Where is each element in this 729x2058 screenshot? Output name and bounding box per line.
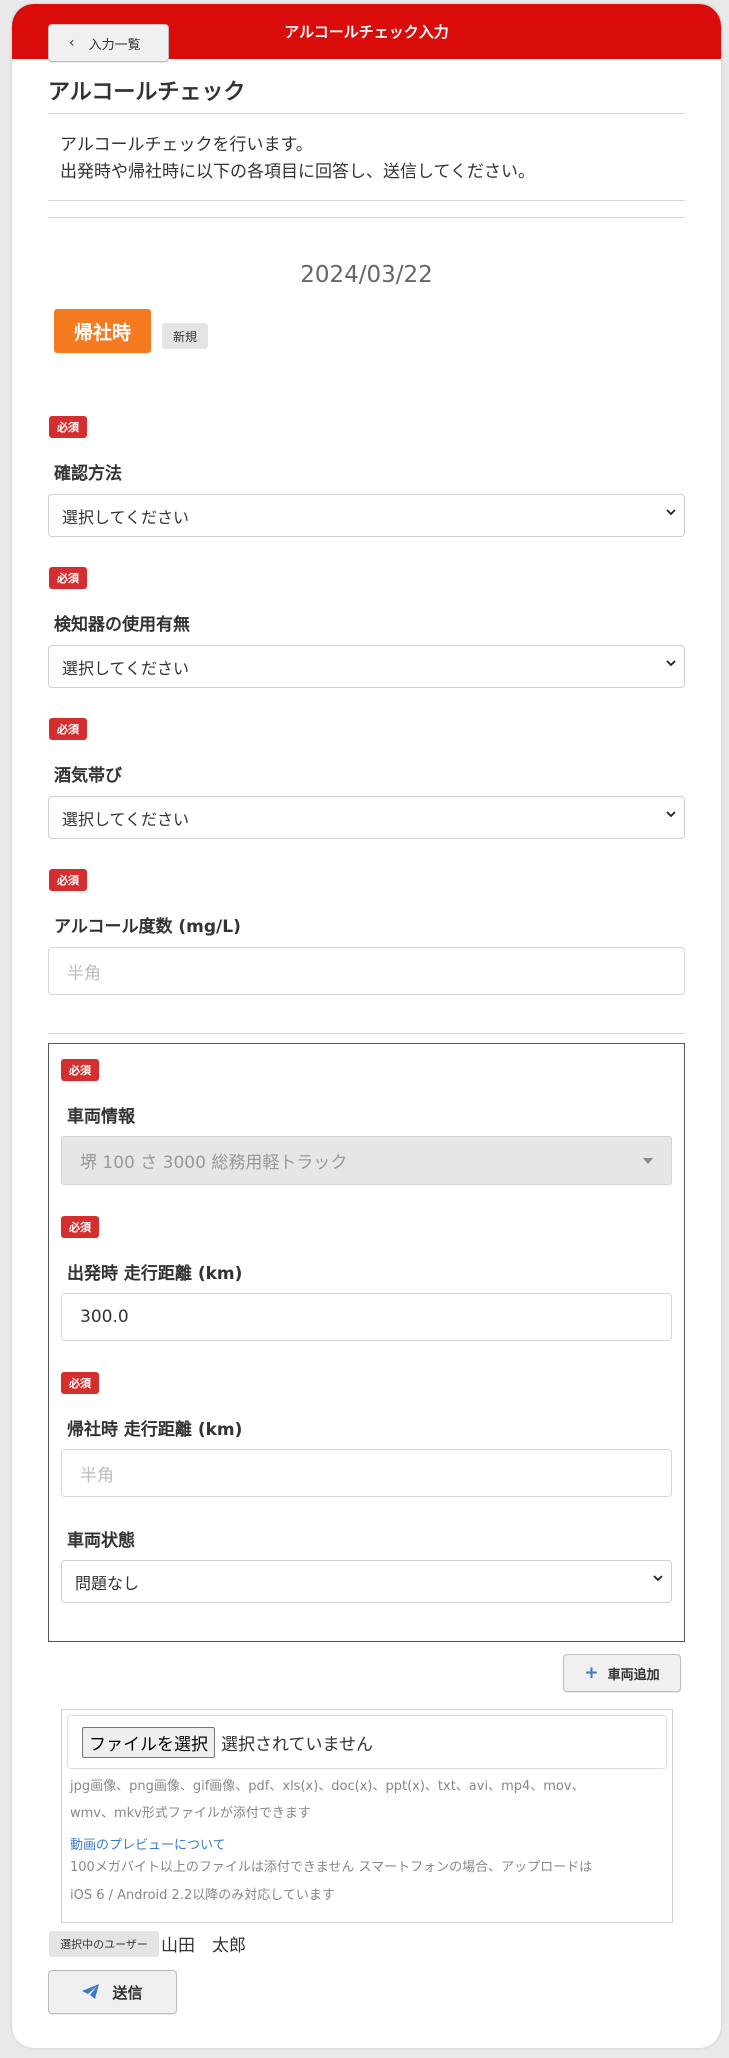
vehicle-status-value: 問題なし — [75, 1573, 140, 1593]
return-distance-placeholder: 半角 — [80, 1465, 114, 1486]
file-support-note: iOS 6 / Android 2.2以降のみ対応しています — [70, 1888, 335, 1903]
description-line-1: アルコールチェックを行います。 — [60, 135, 313, 155]
add-vehicle-label: 車両追加 — [607, 1667, 660, 1683]
file-types-note: jpg画像、png画像、gif画像、pdf、xls(x)、doc(x)、ppt(… — [70, 1779, 585, 1794]
alcohol-level-input[interactable]: 半角 — [48, 947, 685, 995]
return-distance-input[interactable]: 半角 — [61, 1449, 672, 1497]
chevron-down-icon — [666, 660, 676, 667]
vehicle-status-label: 車両状態 — [67, 1531, 135, 1551]
alcohol-smell-value: 選択してください — [62, 809, 190, 829]
form-card: アルコールチェック入力 ‹ 入力一覧 アルコールチェック アルコールチェックを行… — [12, 4, 721, 2048]
send-button[interactable]: 送信 — [48, 1970, 177, 2014]
choose-file-button[interactable]: ファイルを選択 — [82, 1726, 215, 1758]
required-badge: 必須 — [49, 567, 87, 589]
selected-user-label: 選択中のユーザー — [49, 1931, 159, 1957]
chevron-down-icon — [653, 1575, 663, 1582]
alcohol-level-label: アルコール度数 (mg/L) — [54, 917, 241, 937]
vehicle-info-select[interactable]: 堺 100 さ 3000 総務用軽トラック — [61, 1136, 672, 1185]
send-button-label: 送信 — [112, 1983, 143, 2002]
depart-distance-input[interactable]: 300.0 — [61, 1293, 672, 1341]
confirm-method-select[interactable]: 選択してください — [48, 494, 685, 537]
file-types-note-2: wmv、mkv形式ファイルが添付できます — [70, 1806, 311, 1821]
description-line-2: 出発時や帰社時に以下の各項目に回答し、送信してください。 — [60, 162, 535, 182]
page-title: アルコールチェック — [48, 80, 246, 105]
depart-distance-label: 出発時 走行距離 (km) — [67, 1264, 243, 1284]
detector-use-select[interactable]: 選択してください — [48, 645, 685, 688]
file-status: 選択されていません — [221, 1734, 373, 1755]
chevron-left-icon: ‹ — [69, 35, 75, 51]
required-badge: 必須 — [49, 869, 87, 891]
required-badge: 必須 — [49, 416, 87, 438]
detector-use-label: 検知器の使用有無 — [54, 615, 190, 635]
required-badge: 必須 — [61, 1216, 99, 1238]
required-badge: 必須 — [49, 718, 87, 740]
required-badge: 必須 — [61, 1059, 99, 1081]
add-vehicle-button[interactable]: + 車両追加 — [563, 1654, 681, 1692]
depart-distance-value: 300.0 — [80, 1307, 129, 1327]
plus-icon: + — [584, 1663, 599, 1683]
alcohol-smell-label: 酒気帯び — [54, 766, 122, 786]
alcohol-level-placeholder: 半角 — [67, 963, 101, 984]
back-button-label: 入力一覧 — [88, 37, 141, 53]
vehicle-info-value: 堺 100 さ 3000 総務用軽トラック — [80, 1153, 348, 1173]
attachment-section: ファイルを選択 選択されていません jpg画像、png画像、gif画像、pdf、… — [61, 1709, 673, 1923]
new-badge: 新規 — [162, 323, 208, 349]
divider — [48, 113, 685, 114]
file-input[interactable]: ファイルを選択 選択されていません — [67, 1715, 667, 1769]
selected-user-name: 山田 太郎 — [161, 1936, 246, 1956]
file-size-note: 100メガバイト以上のファイルは添付できません スマートフォンの場合、アップロー… — [70, 1860, 593, 1875]
caret-down-icon — [643, 1158, 653, 1164]
page-description: アルコールチェックを行います。 出発時や帰社時に以下の各項目に回答し、送信してく… — [60, 132, 535, 186]
check-date: 2024/03/22 — [300, 262, 433, 288]
detector-use-value: 選択してください — [62, 658, 190, 678]
alcohol-smell-select[interactable]: 選択してください — [48, 796, 685, 839]
chevron-down-icon — [666, 811, 676, 818]
return-distance-label: 帰社時 走行距離 (km) — [67, 1420, 243, 1440]
confirm-method-label: 確認方法 — [54, 464, 122, 484]
required-badge: 必須 — [61, 1372, 99, 1394]
header-title: アルコールチェック入力 — [284, 23, 449, 41]
video-preview-link[interactable]: 動画のプレビューについて — [70, 1834, 226, 1853]
vehicle-section: 必須 車両情報 堺 100 さ 3000 総務用軽トラック 必須 出発時 走行距… — [48, 1043, 685, 1642]
paper-plane-icon — [82, 1984, 100, 1999]
vehicle-status-select[interactable]: 問題なし — [61, 1560, 672, 1603]
vehicle-info-label: 車両情報 — [67, 1107, 135, 1127]
divider — [48, 200, 685, 201]
divider — [48, 1033, 685, 1034]
back-to-list-button[interactable]: ‹ 入力一覧 — [48, 24, 169, 62]
divider — [48, 217, 685, 218]
confirm-method-value: 選択してください — [62, 507, 190, 527]
chevron-down-icon — [666, 509, 676, 516]
mode-badge: 帰社時 — [54, 309, 151, 353]
